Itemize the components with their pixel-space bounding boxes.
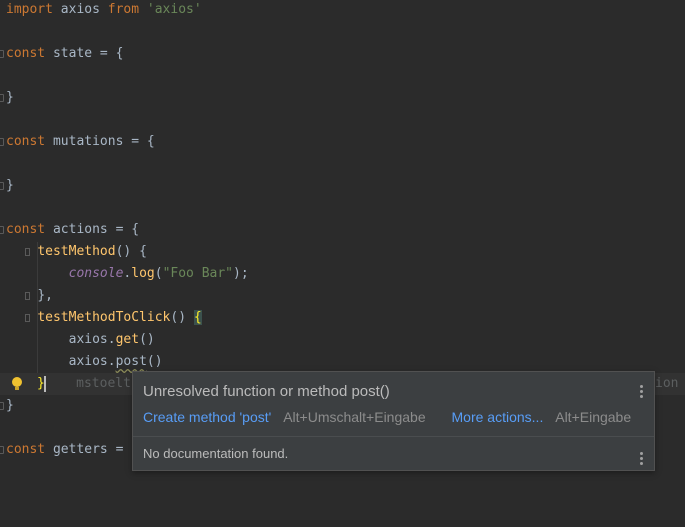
code-text: axios. <box>68 332 116 347</box>
code-text: axios. <box>68 354 116 369</box>
more-vertical-icon[interactable] <box>640 385 644 400</box>
keyword-const: const <box>6 222 46 237</box>
lightbulb-icon[interactable] <box>12 377 22 391</box>
function-name: testMethodToClick <box>37 310 171 325</box>
keyword-const: const <box>6 46 46 61</box>
code-line-16[interactable]: axios.get() <box>0 329 685 351</box>
inline-hint: ion <box>655 376 679 391</box>
code-line-15[interactable]: testMethodToClick() { <box>0 307 685 329</box>
code-text: ( <box>154 266 163 281</box>
code-line-7[interactable]: const mutations = { <box>0 131 685 153</box>
keyword-from: from <box>107 2 140 17</box>
code-text: mutations = { <box>45 134 155 149</box>
more-actions-shortcut: Alt+Eingabe <box>555 409 632 425</box>
create-method-shortcut: Alt+Umschalt+Eingabe <box>283 409 426 425</box>
code-text: } <box>6 398 14 413</box>
fold-marker-icon[interactable] <box>0 402 4 410</box>
keyword-const: const <box>6 442 46 457</box>
code-line-1[interactable]: import axios from 'axios' <box>0 0 685 21</box>
code-text: actions = { <box>45 222 140 237</box>
inline-hint: mstoelti <box>76 376 139 391</box>
code-text: state = { <box>45 46 124 61</box>
code-text: getters = <box>45 442 132 457</box>
identifier: axios <box>52 2 108 17</box>
code-text: () <box>170 310 194 325</box>
code-line-14[interactable]: }, <box>0 285 685 307</box>
popup-title: Unresolved function or method post() <box>143 383 390 400</box>
quick-fix-row: Create method 'post' Alt+Umschalt+Eingab… <box>143 409 631 425</box>
documentation-text: No documentation found. <box>143 446 289 461</box>
code-line-5[interactable]: } <box>0 87 685 109</box>
code-text: ); <box>233 266 249 281</box>
code-text: } <box>6 90 14 105</box>
create-method-link[interactable]: Create method 'post' <box>143 409 271 425</box>
divider <box>133 436 654 437</box>
code-text: } <box>6 178 14 193</box>
string-literal: "Foo Bar" <box>162 266 234 281</box>
code-line-13[interactable]: console.log("Foo Bar"); <box>0 263 685 285</box>
global-object: console <box>68 266 124 281</box>
more-actions-link[interactable]: More actions... <box>452 409 544 425</box>
unresolved-method[interactable]: post <box>116 354 147 369</box>
fold-marker-icon[interactable] <box>0 226 4 234</box>
code-text: () <box>146 354 163 369</box>
code-text: () { <box>115 244 147 259</box>
function-name: testMethod <box>37 244 116 259</box>
code-line-9[interactable]: } <box>0 175 685 197</box>
keyword-import: import <box>6 2 53 17</box>
matched-brace: { <box>193 310 202 325</box>
fold-marker-icon[interactable] <box>0 94 4 102</box>
code-line-17[interactable]: axios.post() <box>0 351 685 373</box>
fold-marker-icon[interactable] <box>0 446 4 454</box>
fold-marker-icon[interactable] <box>0 50 4 58</box>
fold-marker-icon[interactable] <box>0 138 4 146</box>
code-text: () <box>139 332 155 347</box>
code-line-12[interactable]: testMethod() { <box>0 241 685 263</box>
inspection-popup[interactable]: Unresolved function or method post() Cre… <box>132 371 655 471</box>
code-line-3[interactable]: const state = { <box>0 43 685 65</box>
keyword-const: const <box>6 134 46 149</box>
string-literal: 'axios' <box>146 2 202 17</box>
code-line-11[interactable]: const actions = { <box>0 219 685 241</box>
method-name: log <box>131 266 155 281</box>
fold-marker-icon[interactable] <box>0 182 4 190</box>
code-text: }, <box>37 288 53 303</box>
more-vertical-icon[interactable] <box>640 452 644 467</box>
method-name: get <box>115 332 140 347</box>
text-caret <box>44 376 46 392</box>
